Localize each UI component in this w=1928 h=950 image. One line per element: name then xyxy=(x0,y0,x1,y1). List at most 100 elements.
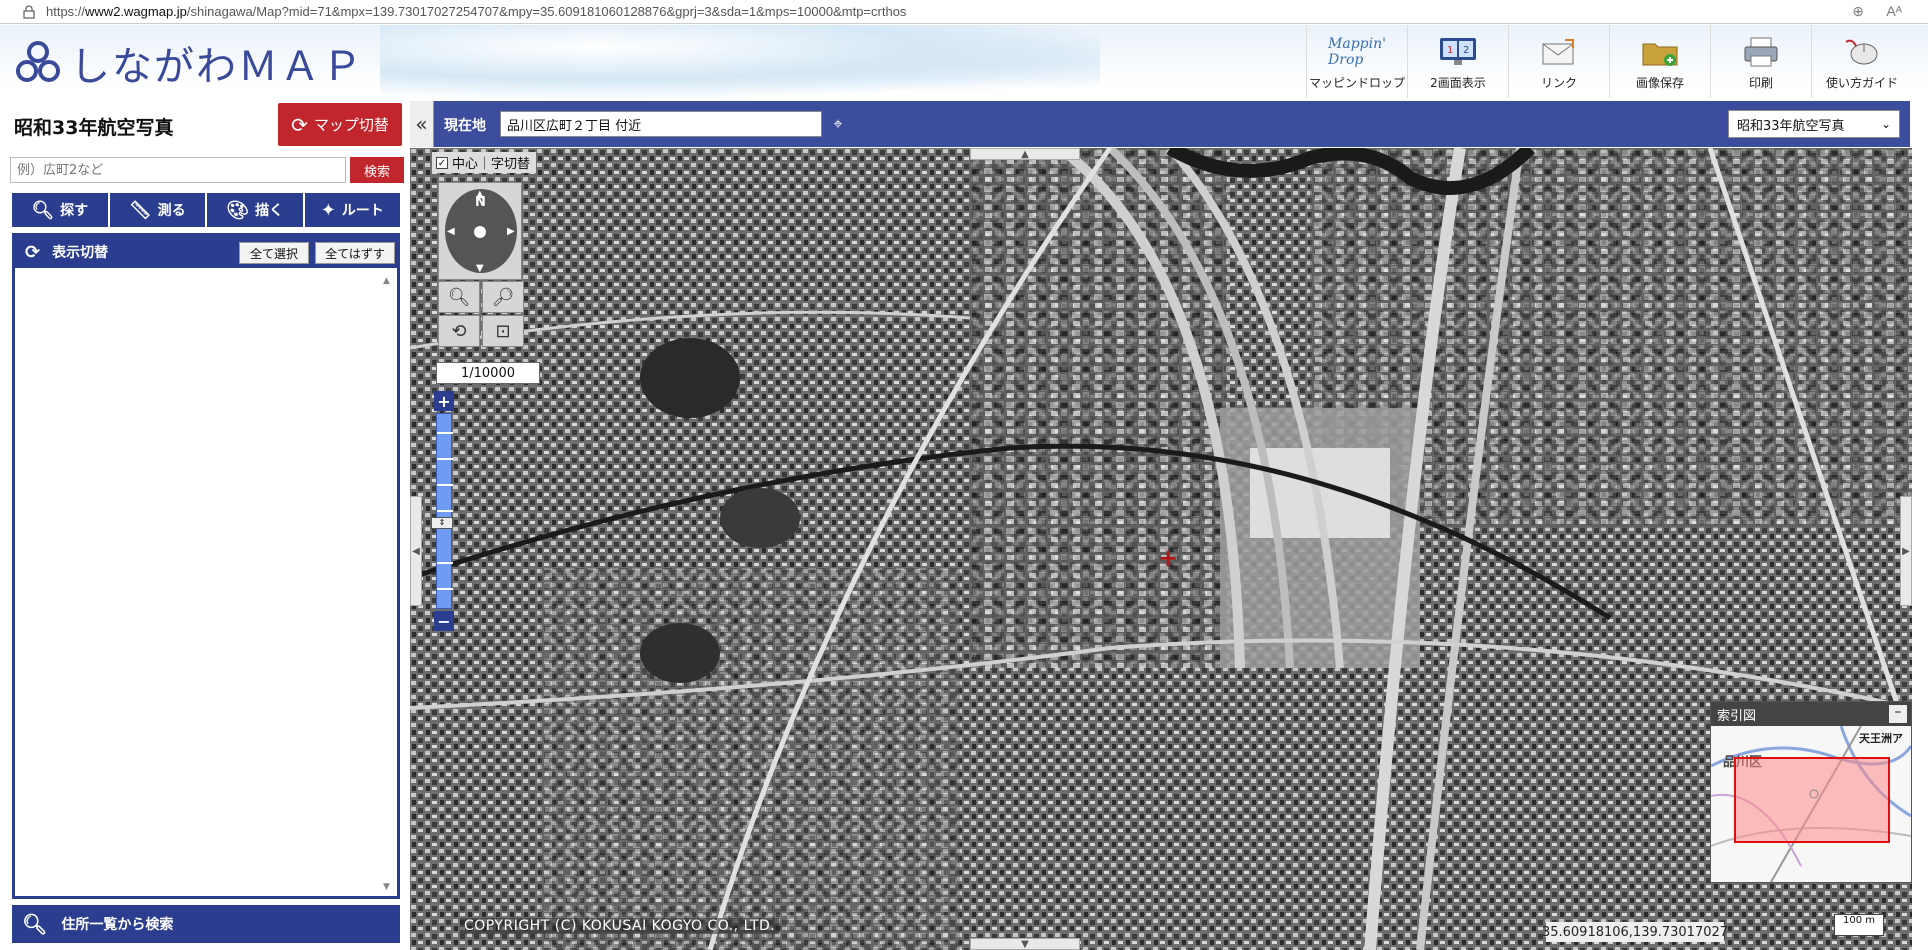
image-save-icon xyxy=(1638,34,1682,70)
scroll-down-icon[interactable]: ▼ xyxy=(383,882,390,892)
zoom-plus-button[interactable]: + xyxy=(434,391,454,411)
layer-select[interactable]: 昭和33年航空写真 ⌄ xyxy=(1728,110,1900,138)
slider-tick xyxy=(437,510,453,512)
link-button[interactable]: リンク xyxy=(1508,25,1609,98)
svg-text:1: 1 xyxy=(1447,45,1453,56)
image-save-button[interactable]: 画像保存 xyxy=(1609,25,1710,98)
shinagawa-emblem-icon xyxy=(16,40,60,82)
header-toolbar: Mappin' Drop マッピンドロップ 12 2画面表示 リンク 画像保存 xyxy=(1306,25,1912,98)
minimize-icon[interactable]: – xyxy=(1889,705,1907,723)
locate-center-icon[interactable]: ⌖ xyxy=(826,111,850,137)
zoom-area-icon[interactable]: ⊡ xyxy=(482,315,524,347)
place-search-input[interactable] xyxy=(10,157,346,183)
palette-icon: 🎨︎ xyxy=(226,199,250,221)
svg-text:2: 2 xyxy=(1463,45,1469,56)
pan-left-icon[interactable]: ◀ xyxy=(447,226,455,237)
mappin-drop-button[interactable]: Mappin' Drop マッピンドロップ xyxy=(1306,25,1407,98)
site-logo[interactable]: しながわＭＡＰ xyxy=(14,35,364,90)
pan-north-handle[interactable]: ▲ xyxy=(970,148,1080,160)
tab-measure[interactable]: 📏︎ 測る xyxy=(109,193,205,227)
copyright-notice: COPYRIGHT (C) KOKUSAI KOGYO CO., LTD. xyxy=(460,918,780,934)
pan-right-icon[interactable]: ▶ xyxy=(507,226,515,237)
center-label-toggle[interactable]: ✓ 中心｜字切替 xyxy=(432,152,537,173)
current-location-label: 現在地 xyxy=(444,118,486,134)
route-icon: ✦ xyxy=(320,199,336,221)
left-sidebar: 昭和33年航空写真 ⟳ マップ切替 検索 🔍︎探す 📏︎測る 🎨︎描く ✦ルート… xyxy=(0,99,404,950)
index-place-label: 天王洲ア xyxy=(1859,732,1903,745)
pan-down-icon[interactable]: ▼ xyxy=(476,263,484,274)
zoom-slider[interactable]: + ⇕ − xyxy=(431,391,454,631)
slider-tick xyxy=(437,458,453,460)
link-mail-icon xyxy=(1537,34,1581,70)
logo-text: しながわＭＡＰ xyxy=(70,43,364,90)
mouse-guide-icon xyxy=(1840,34,1884,70)
tab-draw[interactable]: 🎨︎ 描く xyxy=(207,193,303,227)
map-toolbar: « 現在地 品川区広町２丁目 付近 ⌖ 昭和33年航空写真 ⌄ xyxy=(410,101,1910,147)
zoom-in-icon[interactable]: 🔍︎ xyxy=(438,281,480,313)
refresh-icon: ⟳ xyxy=(25,241,41,263)
scale-display: 1/10000 xyxy=(436,362,540,384)
read-aloud-icon[interactable]: A͏ᴬ xyxy=(1886,3,1902,19)
index-map-panel[interactable]: 索引図 – 品川区 天王洲ア xyxy=(1710,701,1912,883)
display-toggle-panel: ⟳ 表示切替 全て選択 全てはずす ▲ ▼ xyxy=(12,233,400,899)
pan-south-handle[interactable]: ▼ xyxy=(970,938,1080,950)
print-button[interactable]: 印刷 xyxy=(1710,25,1811,98)
map-canvas[interactable]: ✓ 中心｜字切替 N ▲ ▼ ◀ ▶ 🔍︎ 🔎︎ ⟲ ⊡ 1/10000 + ⇕… xyxy=(410,148,1912,950)
lock-icon xyxy=(23,4,35,19)
slider-tick xyxy=(437,484,453,486)
refresh-icon: ⟳ xyxy=(291,112,308,137)
layer-title: 昭和33年航空写真 xyxy=(14,117,174,139)
deselect-all-button[interactable]: 全てはずす xyxy=(315,242,395,264)
compass-pan-control[interactable]: N ▲ ▼ ◀ ▶ xyxy=(445,189,517,274)
display-toggle-header: ⟳ 表示切替 全て選択 全てはずす xyxy=(15,236,397,268)
search-icon: 🔍︎ xyxy=(31,199,55,221)
slider-tick xyxy=(437,588,453,590)
zoom-out-icon[interactable]: 🔎︎ xyxy=(482,281,524,313)
scroll-up-icon[interactable]: ▲ xyxy=(383,276,390,286)
pan-west-handle[interactable]: ◀ xyxy=(410,496,422,606)
scale-bar: 100 m xyxy=(1834,914,1884,936)
panel-scrollbar[interactable]: ▲ ▼ xyxy=(383,276,395,892)
mappin-drop-icon: Mappin' Drop xyxy=(1328,36,1386,68)
dual-screen-icon: 12 xyxy=(1436,34,1480,70)
checkbox-checked-icon: ✓ xyxy=(436,156,448,169)
pan-center-dot[interactable] xyxy=(474,226,486,238)
place-search-row: 検索 xyxy=(10,157,404,183)
tool-tabs: 🔍︎ 探す 📏︎ 測る 🎨︎ 描く ✦ ルート xyxy=(12,193,402,227)
printer-icon xyxy=(1739,34,1783,70)
slider-tick xyxy=(437,562,453,564)
zoom-slider-track[interactable] xyxy=(436,413,453,609)
zoom-minus-button[interactable]: − xyxy=(434,611,454,631)
zoom-icon[interactable]: ⊕ xyxy=(1852,3,1864,20)
index-map-view[interactable]: 品川区 天王洲ア xyxy=(1711,726,1911,882)
pan-east-handle[interactable]: ▶ xyxy=(1900,496,1912,606)
pan-up-icon[interactable]: ▲ xyxy=(476,189,484,200)
search-button[interactable]: 検索 xyxy=(350,157,404,183)
layer-title-row: 昭和33年航空写真 ⟳ マップ切替 xyxy=(0,99,404,147)
browser-address-bar[interactable]: https://www2.wagmap.jp/shinagawa/Map?mid… xyxy=(0,0,1928,24)
center-crosshair-icon: + xyxy=(1158,544,1179,572)
tab-search[interactable]: 🔍︎ 探す xyxy=(12,193,108,227)
current-location-field[interactable]: 品川区広町２丁目 付近 xyxy=(500,111,822,137)
url-text: https://www2.wagmap.jp/shinagawa/Map?mid… xyxy=(46,4,907,19)
slider-tick xyxy=(437,432,453,434)
reset-view-icon[interactable]: ⟲ xyxy=(438,315,480,347)
chevron-down-icon: ⌄ xyxy=(1880,117,1891,131)
dual-screen-button[interactable]: 12 2画面表示 xyxy=(1407,25,1508,98)
search-icon: 🔍︎ xyxy=(22,912,48,936)
site-header: しながわＭＡＰ Mappin' Drop マッピンドロップ 12 2画面表示 リ… xyxy=(0,25,1928,98)
header-sky-decoration xyxy=(380,25,1100,98)
ruler-icon: 📏︎ xyxy=(128,199,152,221)
collapse-sidebar-button[interactable]: « xyxy=(410,101,434,147)
navigation-control: N ▲ ▼ ◀ ▶ xyxy=(438,182,522,280)
zoom-slider-thumb[interactable]: ⇕ xyxy=(431,517,453,529)
usage-guide-button[interactable]: 使い方ガイド xyxy=(1811,25,1912,98)
zoom-tools: 🔍︎ 🔎︎ ⟲ ⊡ xyxy=(438,281,524,347)
select-all-button[interactable]: 全て選択 xyxy=(239,242,309,264)
index-view-extent[interactable] xyxy=(1734,757,1890,843)
coordinate-readout: 35.60918106,139.73017027 xyxy=(1542,922,1728,942)
index-map-header: 索引図 – xyxy=(1711,702,1911,726)
map-switch-button[interactable]: ⟳ マップ切替 xyxy=(278,103,402,146)
tab-route[interactable]: ✦ ルート xyxy=(304,193,400,227)
address-search-button[interactable]: 🔍︎ 住所一覧から検索 xyxy=(12,905,400,943)
